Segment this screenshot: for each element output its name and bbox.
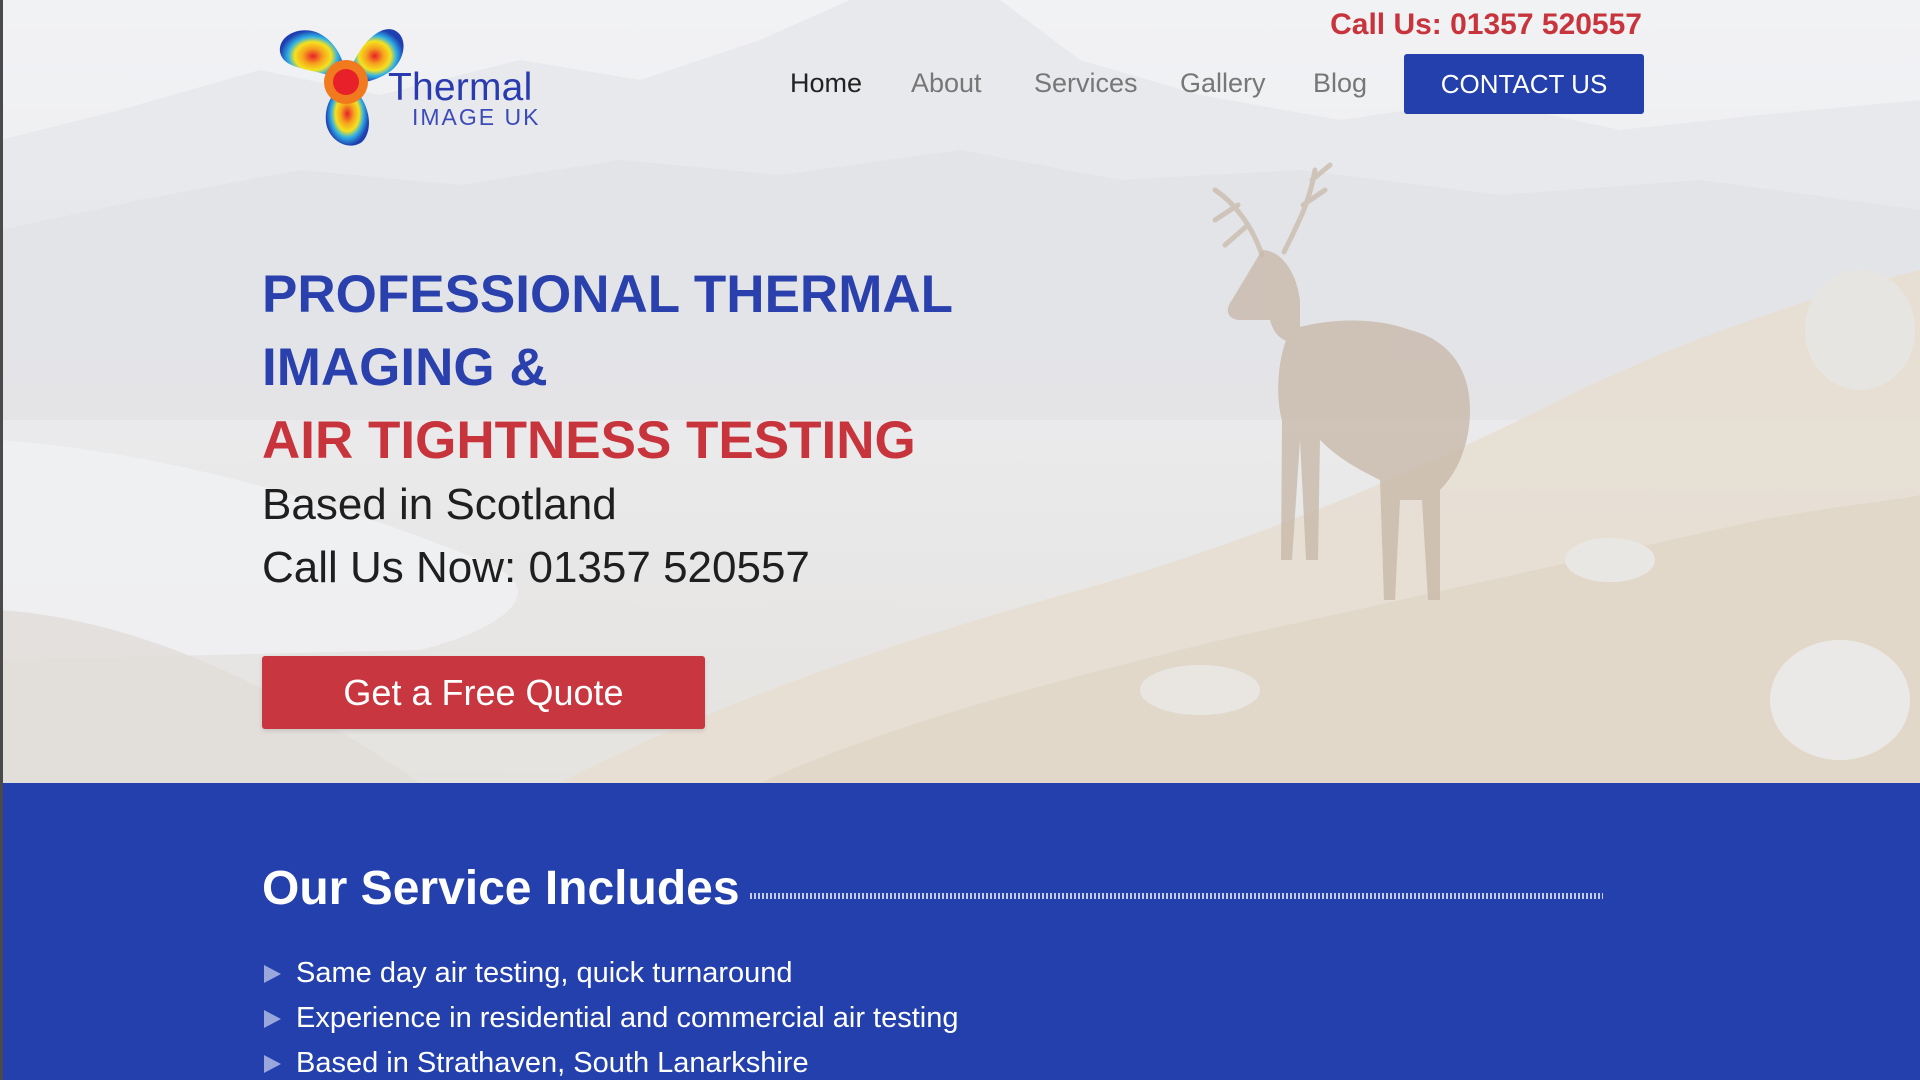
- triangle-bullet-icon: [264, 965, 281, 983]
- heading-divider: [750, 893, 1603, 899]
- nav-home[interactable]: Home: [790, 68, 862, 99]
- services-section: Our Service Includes Same day air testin…: [0, 783, 1920, 1080]
- hero-section: Thermal IMAGE UK Call Us: 01357 520557 H…: [0, 0, 1920, 783]
- service-list: Same day air testing, quick turnaround E…: [262, 951, 958, 1080]
- header-phone-number[interactable]: Call Us: 01357 520557: [1330, 8, 1642, 42]
- hero-location-text: Based in Scotland: [262, 480, 617, 529]
- get-free-quote-button[interactable]: Get a Free Quote: [262, 656, 705, 729]
- headline-line-1: PROFESSIONAL THERMAL: [262, 265, 953, 324]
- list-item: Experience in residential and commercial…: [262, 996, 958, 1041]
- triangle-bullet-icon: [264, 1055, 281, 1073]
- nav-gallery[interactable]: Gallery: [1180, 68, 1266, 99]
- triangle-bullet-icon: [264, 1010, 281, 1028]
- hero-phone-text: Call Us Now: 01357 520557: [262, 543, 810, 592]
- hero-headline: PROFESSIONAL THERMAL IMAGING & AIR TIGHT…: [262, 258, 1162, 477]
- list-item: Same day air testing, quick turnaround: [262, 951, 958, 996]
- nav-blog[interactable]: Blog: [1313, 68, 1367, 99]
- headline-line-2: IMAGING &: [262, 338, 548, 397]
- contact-us-button[interactable]: CONTACT US: [1404, 54, 1644, 114]
- nav-services[interactable]: Services: [1034, 68, 1138, 99]
- list-item: Based in Strathaven, South Lanarkshire: [262, 1041, 958, 1080]
- service-item-text: Same day air testing, quick turnaround: [296, 957, 793, 989]
- services-heading: Our Service Includes: [262, 862, 740, 915]
- window-edge: [0, 0, 3, 1080]
- main-nav: Home About Services Gallery Blog CONTACT…: [0, 54, 1920, 114]
- service-item-text: Based in Strathaven, South Lanarkshire: [296, 1047, 809, 1079]
- nav-about[interactable]: About: [911, 68, 982, 99]
- headline-line-3: AIR TIGHTNESS TESTING: [262, 411, 916, 470]
- service-item-text: Experience in residential and commercial…: [296, 1002, 959, 1034]
